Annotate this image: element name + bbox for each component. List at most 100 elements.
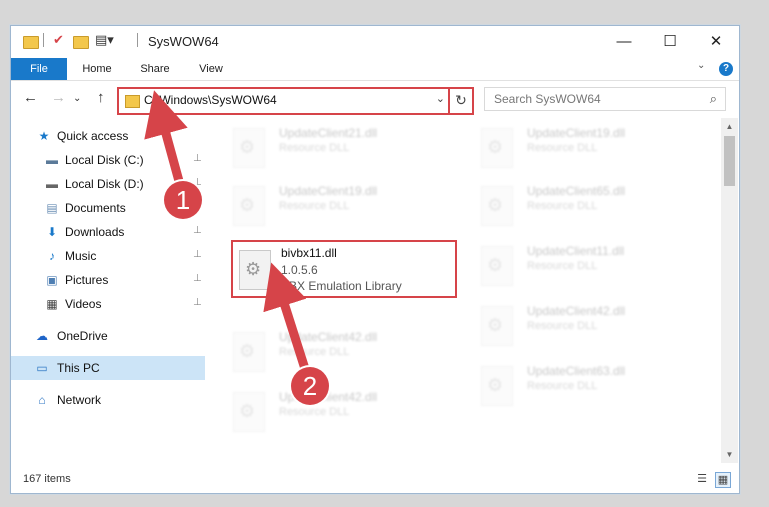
- explorer-window: ✔ ▤▾ SysWOW64 — ☐ ✕ File Home Share View…: [10, 25, 740, 494]
- scroll-up-icon[interactable]: ▲: [721, 118, 738, 135]
- sidebar-item-this-pc[interactable]: ▭ This PC: [11, 356, 205, 380]
- dll-file-icon: [239, 250, 271, 290]
- address-dropdown-icon[interactable]: ⌄: [436, 92, 445, 105]
- address-bar[interactable]: C:\Windows\SysWOW64 ⌄: [117, 87, 453, 115]
- list-item[interactable]: UpdateClient11.dll Resource DLL: [481, 242, 701, 292]
- maximize-button[interactable]: ☐: [647, 26, 693, 58]
- sidebar-item-label: Network: [57, 393, 102, 407]
- file-name: UpdateClient42.dll: [527, 304, 626, 318]
- file-type: Resource DLL: [279, 346, 350, 358]
- drive-icon: ▬: [46, 177, 58, 191]
- sidebar-item-label: Videos: [65, 297, 102, 311]
- file-type: Resource DLL: [279, 406, 350, 418]
- step-one-badge: 1: [164, 181, 202, 219]
- expand-ribbon-icon[interactable]: ⌄: [697, 60, 705, 71]
- pin-icon: ⊥: [193, 273, 202, 284]
- pin-icon: ⊥: [193, 297, 202, 308]
- toolbar-divider: [43, 33, 44, 47]
- dll-file-icon: [233, 392, 265, 432]
- refresh-button[interactable]: ↻: [448, 87, 474, 115]
- folder-icon: [125, 95, 140, 108]
- file-name: bivbx11.dll: [281, 246, 337, 260]
- recent-locations-button[interactable]: ⌄: [73, 91, 81, 107]
- computer-icon: ▭: [36, 361, 48, 375]
- file-version: 1.0.5.6: [281, 263, 318, 277]
- tab-file[interactable]: File: [11, 58, 67, 80]
- file-name: UpdateClient11.dll: [527, 244, 625, 258]
- forward-button[interactable]: →: [51, 90, 66, 106]
- search-icon[interactable]: ⌕: [710, 91, 717, 107]
- up-button[interactable]: ↑: [97, 90, 105, 106]
- help-icon[interactable]: ?: [719, 62, 733, 76]
- scroll-down-icon[interactable]: ▼: [721, 446, 738, 463]
- sidebar-item-label: Local Disk (C:): [65, 153, 144, 167]
- sidebar-item-label: Downloads: [65, 225, 125, 239]
- dll-file-icon: [481, 128, 513, 168]
- file-list: UpdateClient21.dll Resource DLL UpdateCl…: [209, 118, 721, 463]
- file-type: Resource DLL: [279, 200, 350, 212]
- drive-icon: ▬: [46, 153, 58, 167]
- sidebar-item-label: This PC: [57, 361, 100, 375]
- details-view-icon[interactable]: ☰: [695, 472, 709, 486]
- sidebar-item-label: OneDrive: [57, 329, 108, 343]
- file-name: UpdateClient65.dll: [527, 184, 626, 198]
- music-icon: ♪: [49, 249, 55, 263]
- file-type: Resource DLL: [527, 142, 598, 154]
- highlighted-file-item[interactable]: bivbx11.dll 1.0.5.6 VBX Emulation Librar…: [231, 240, 457, 298]
- sidebar-item-pictures[interactable]: ▣ Pictures ⊥: [11, 268, 205, 292]
- sidebar-item-label: Pictures: [65, 273, 109, 287]
- file-name: UpdateClient42.dll: [279, 330, 378, 344]
- list-item[interactable]: UpdateClient42.dll Resource DLL: [233, 388, 453, 438]
- file-name: UpdateClient19.dll: [527, 126, 626, 140]
- list-item[interactable]: UpdateClient19.dll Resource DLL: [481, 124, 701, 174]
- file-description: VBX Emulation Library: [281, 279, 402, 293]
- new-folder-icon[interactable]: [73, 36, 89, 49]
- file-type: Resource DLL: [527, 320, 598, 332]
- search-placeholder: Search SysWOW64: [494, 92, 601, 106]
- tab-home[interactable]: Home: [73, 58, 121, 80]
- list-item[interactable]: UpdateClient19.dll Resource DLL: [233, 182, 453, 232]
- sidebar-item-quick-access[interactable]: ★ Quick access: [11, 124, 205, 148]
- minimize-button[interactable]: —: [601, 26, 647, 58]
- list-item[interactable]: UpdateClient21.dll Resource DLL: [233, 124, 453, 174]
- window-title: SysWOW64: [148, 34, 219, 49]
- pin-icon: ⊥: [193, 225, 202, 236]
- file-name: UpdateClient21.dll: [279, 126, 378, 140]
- navigation-pane: ★ Quick access ▬ Local Disk (C:) ⊥ ▬ Loc…: [11, 118, 205, 463]
- vertical-scrollbar[interactable]: ▲ ▼: [721, 118, 738, 463]
- back-button[interactable]: ←: [23, 90, 38, 106]
- sidebar-item-videos[interactable]: ▦ Videos ⊥: [11, 292, 205, 316]
- sidebar-item-onedrive[interactable]: ☁ OneDrive: [11, 324, 205, 348]
- step-two-badge: 2: [291, 367, 329, 405]
- sidebar-item-downloads[interactable]: ⬇ Downloads ⊥: [11, 220, 205, 244]
- navigation-bar: ← → ⌄ ↑ C:\Windows\SysWOW64 ⌄ ↻ Search S…: [11, 82, 739, 116]
- address-path[interactable]: C:\Windows\SysWOW64: [144, 93, 277, 107]
- tab-share[interactable]: Share: [131, 58, 179, 80]
- toolbar-divider: [137, 33, 138, 47]
- list-item[interactable]: UpdateClient42.dll Resource DLL: [481, 302, 701, 352]
- properties-icon[interactable]: ✔: [53, 32, 64, 48]
- folder-icon: [23, 36, 39, 49]
- sidebar-item-network[interactable]: ⌂ Network: [11, 388, 205, 412]
- sidebar-item-local-disk-c[interactable]: ▬ Local Disk (C:) ⊥: [11, 148, 205, 172]
- file-name: UpdateClient19.dll: [279, 184, 378, 198]
- close-button[interactable]: ✕: [693, 26, 739, 58]
- pin-icon: ⊥: [193, 153, 202, 164]
- search-input[interactable]: Search SysWOW64 ⌕: [484, 87, 726, 111]
- dll-file-icon: [233, 186, 265, 226]
- tiles-view-icon[interactable]: ▦: [715, 472, 731, 488]
- file-type: Resource DLL: [279, 142, 350, 154]
- list-item[interactable]: UpdateClient65.dll Resource DLL: [481, 182, 701, 232]
- file-type: Resource DLL: [527, 200, 598, 212]
- quick-access-customize-icon[interactable]: ▤▾: [95, 32, 114, 48]
- list-item[interactable]: UpdateClient63.dll Resource DLL: [481, 362, 701, 412]
- dll-file-icon: [481, 186, 513, 226]
- star-icon: ★: [38, 129, 50, 143]
- tab-view[interactable]: View: [187, 58, 235, 80]
- list-item[interactable]: UpdateClient42.dll Resource DLL: [233, 328, 453, 378]
- documents-icon: ▤: [46, 201, 58, 215]
- sidebar-item-label: Local Disk (D:): [65, 177, 144, 191]
- sidebar-item-music[interactable]: ♪ Music ⊥: [11, 244, 205, 268]
- scrollbar-thumb[interactable]: [724, 136, 735, 186]
- dll-file-icon: [481, 306, 513, 346]
